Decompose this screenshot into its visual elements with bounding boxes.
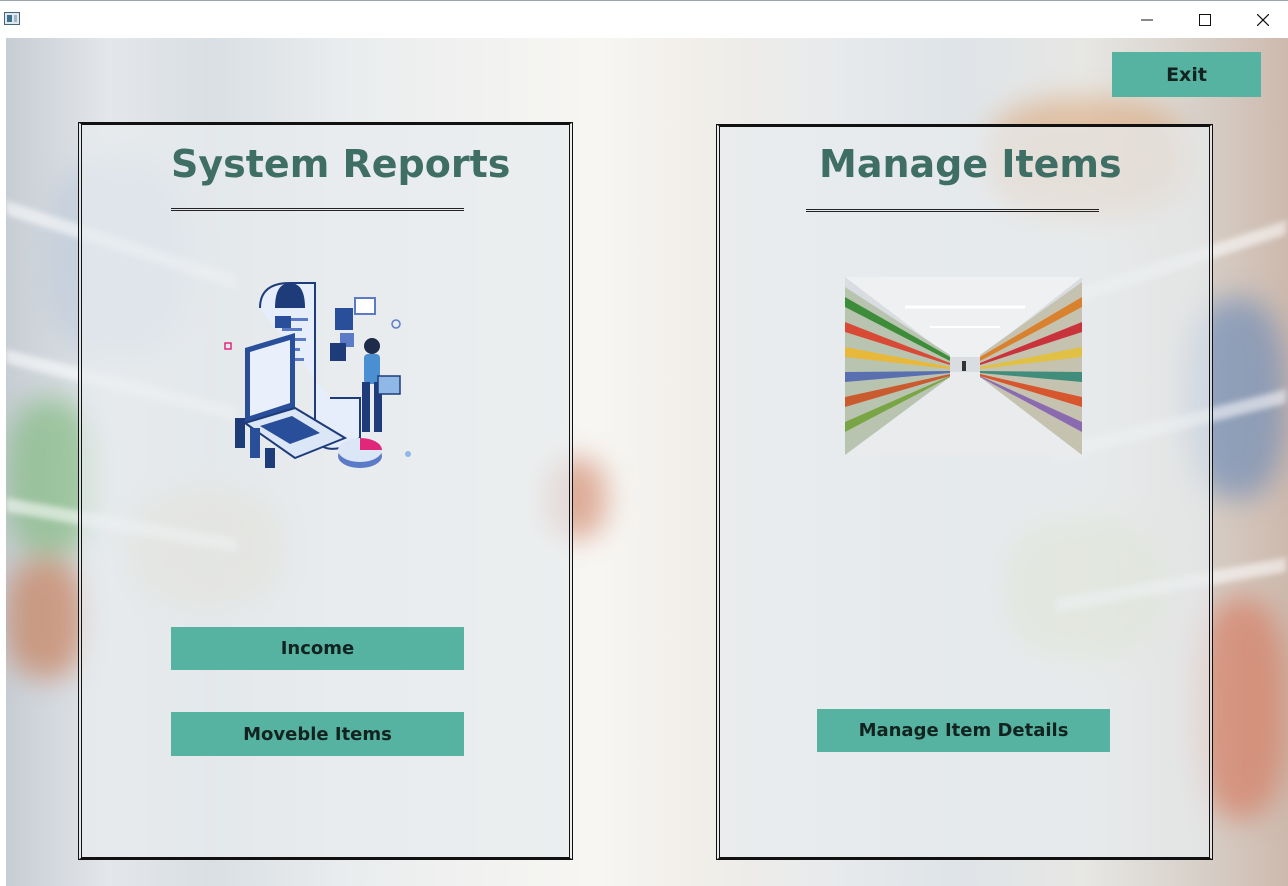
close-icon: [1257, 14, 1269, 26]
income-button[interactable]: Income: [171, 627, 464, 670]
manage-items-title: Manage Items: [819, 142, 1122, 186]
close-button[interactable]: [1234, 1, 1288, 39]
report-illustration-icon: [224, 282, 411, 468]
maximize-icon: [1199, 14, 1211, 26]
window-titlebar: [0, 0, 1288, 39]
maximize-button[interactable]: [1176, 1, 1234, 39]
moveble-items-button[interactable]: Moveble Items: [171, 712, 464, 756]
manage-item-details-button[interactable]: Manage Item Details: [817, 709, 1110, 752]
system-reports-divider: [171, 208, 464, 211]
minimize-icon: [1141, 19, 1153, 21]
system-reports-title: System Reports: [171, 142, 511, 186]
minimize-button[interactable]: [1118, 1, 1176, 39]
app-window-icon: [4, 12, 20, 25]
exit-button[interactable]: Exit: [1112, 52, 1261, 97]
manage-items-divider: [806, 209, 1099, 212]
supermarket-aisle-photo: [845, 277, 1082, 455]
